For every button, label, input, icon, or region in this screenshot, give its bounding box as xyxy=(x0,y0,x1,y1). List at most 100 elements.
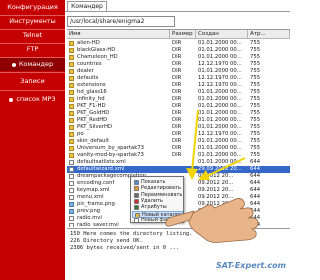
file-name: PKT_F1-HD xyxy=(77,103,106,109)
table-row[interactable]: countries DIR 12.12.1970 00... 755 xyxy=(67,61,290,68)
file-icon xyxy=(69,195,74,200)
table-row[interactable]: extensions DIR 12.12.1970 00... 755 xyxy=(67,82,290,89)
image-file-icon xyxy=(69,209,74,214)
table-row[interactable]: PKT_SilverHD DIR 01.01.2000 00... 755 xyxy=(67,124,290,131)
file-created: 09.2012 20... xyxy=(198,173,234,179)
table-row[interactable]: po DIR 12.12.1970 00... 755 xyxy=(67,131,290,138)
file-size xyxy=(172,166,196,173)
folder-icon xyxy=(69,125,74,130)
file-attributes: 644 xyxy=(250,159,261,165)
file-size: DIR xyxy=(172,82,182,88)
folder-icon xyxy=(69,83,74,88)
table-row[interactable]: skin_default DIR 01.01.2000 00... 755 xyxy=(67,138,290,145)
file-created: 01.01.2000 00... xyxy=(198,124,242,130)
file-attributes: 644 xyxy=(250,180,261,186)
folder-icon xyxy=(69,69,74,74)
menu-action-icon xyxy=(134,192,139,198)
file-created: 01.01.2000 00... xyxy=(198,138,242,144)
file-size: DIR xyxy=(172,89,182,95)
file-attributes: 755 xyxy=(250,54,261,60)
table-row[interactable]: defaultwizard.xml 29.09.2012 20... 644 xyxy=(67,166,290,173)
file-name: defaultsatlists.xml xyxy=(77,159,126,165)
folder-icon xyxy=(69,76,74,81)
file-name: PKT_SilverHD xyxy=(77,124,113,130)
file-name: vanity-mod-by-spartak73 xyxy=(77,152,144,158)
column-header-label: Имя xyxy=(69,31,81,37)
file-attributes: 644 xyxy=(250,187,261,193)
file-size: DIR xyxy=(172,40,182,46)
menu-item-ftp[interactable]: FTP xyxy=(0,44,65,56)
file-created: 01.01.2000 00... xyxy=(198,96,242,102)
menu-item-mp3-list[interactable]: список MP3 xyxy=(0,94,65,106)
table-row[interactable]: blackGlass-HD DIR 01.01.2000 00... 755 xyxy=(67,47,290,54)
menu-item-label: Командер xyxy=(18,59,54,68)
file-name: skin_default xyxy=(77,138,109,144)
menu-item-label: Конфигурация xyxy=(7,3,58,12)
file-attributes: 755 xyxy=(250,110,261,116)
file-attributes: 755 xyxy=(250,96,261,102)
column-header-name[interactable]: Имя xyxy=(67,30,170,39)
column-header-created[interactable]: Создан xyxy=(196,30,248,39)
file-attributes: 755 xyxy=(250,138,261,144)
file-created: 01.01.2000 00... xyxy=(198,103,242,109)
file-attributes: 755 xyxy=(250,89,261,95)
table-row[interactable]: alien-HD DIR 01.01.2000 00... 755 xyxy=(67,40,290,47)
file-icon xyxy=(69,167,74,172)
path-field[interactable]: /usr/local/share/enigma2 xyxy=(67,16,175,27)
file-attributes: 644 xyxy=(250,215,261,221)
log-line: 226 Directory send OK. xyxy=(70,238,143,244)
folder-icon xyxy=(69,62,74,67)
file-attributes: 644 xyxy=(250,194,261,200)
path-value: /usr/local/share/enigma2 xyxy=(70,18,145,25)
table-row[interactable]: Chameleon_HD DIR 01.01.2000 00... 755 xyxy=(67,54,290,61)
table-row[interactable]: PKT_GoldHD DIR 01.01.2000 00... 755 xyxy=(67,110,290,117)
file-size: DIR xyxy=(172,110,182,116)
folder-icon xyxy=(69,90,74,95)
table-row[interactable]: vanity-mod-by-spartak73 DIR 01.01.2000 00.… xyxy=(67,152,290,159)
menu-item-commander[interactable]: Командер xyxy=(0,58,65,71)
file-attributes: 644 xyxy=(250,222,261,227)
menu-item-configuration[interactable]: Конфигурация xyxy=(0,2,65,14)
tab-commander[interactable]: Командер xyxy=(67,1,107,11)
table-row[interactable]: dealer DIR 01.01.2000 00... 755 xyxy=(67,68,290,75)
file-icon xyxy=(69,223,74,227)
column-header-label: Создан xyxy=(198,31,219,37)
menu-action-icon xyxy=(134,198,139,204)
folder-icon xyxy=(69,139,74,144)
log-line: 150 Here comes the directory listing. xyxy=(70,231,193,237)
file-size xyxy=(172,159,196,166)
file-name: infinity_hd xyxy=(77,96,105,102)
context-menu-label: Показать xyxy=(141,179,166,185)
file-created: 01.01.2000 00... xyxy=(198,152,242,158)
file-attributes: 755 xyxy=(250,61,261,67)
file-attributes: 644 xyxy=(250,201,261,207)
file-size: DIR xyxy=(172,61,182,67)
table-row[interactable]: infinity_hd DIR 01.01.2000 00... 755 xyxy=(67,96,290,103)
menu-item-telnet[interactable]: Telnet xyxy=(0,30,65,42)
table-row[interactable]: PKT_RedHD DIR 01.01.2000 00... 755 xyxy=(67,117,290,124)
file-attributes: 755 xyxy=(250,117,261,123)
table-row[interactable]: PKT_F1-HD DIR 01.01.2000 00... 755 xyxy=(67,103,290,110)
folder-icon xyxy=(69,104,74,109)
file-name: extensions xyxy=(77,82,106,88)
menu-item-recordings[interactable]: Записи xyxy=(0,76,65,88)
file-created: 09.2012 20... xyxy=(198,215,234,221)
file-created: 09.2012 20... xyxy=(198,194,234,200)
menu-item-label: Telnet xyxy=(22,31,43,40)
menu-item-tools[interactable]: Инструменты xyxy=(0,16,65,28)
file-created: 01.01.2000 00... xyxy=(198,145,242,151)
column-header-size[interactable]: Размер xyxy=(170,30,196,39)
folder-icon xyxy=(69,153,74,158)
file-size: DIR xyxy=(172,131,182,137)
table-row[interactable]: defaults DIR 12.12.1970 00... 755 xyxy=(67,75,290,82)
table-row[interactable]: defaultsatlists.xml 01.01.2000 00... 644 xyxy=(67,159,290,166)
file-attributes: 644 xyxy=(250,173,261,179)
menu-action-icon xyxy=(134,186,139,192)
file-icon xyxy=(69,216,74,221)
column-header-attr[interactable]: Атр... xyxy=(248,30,290,39)
context-menu-item[interactable]: Новый файл xyxy=(132,217,183,224)
menu-item-label: Инструменты xyxy=(9,17,56,26)
table-row[interactable]: hd_glass16 DIR 01.01.2000 00... 755 xyxy=(67,89,290,96)
file-size: DIR xyxy=(172,68,182,74)
table-row[interactable]: Universum_by_spartak73 DIR 01.01.2000 00..… xyxy=(67,145,290,152)
